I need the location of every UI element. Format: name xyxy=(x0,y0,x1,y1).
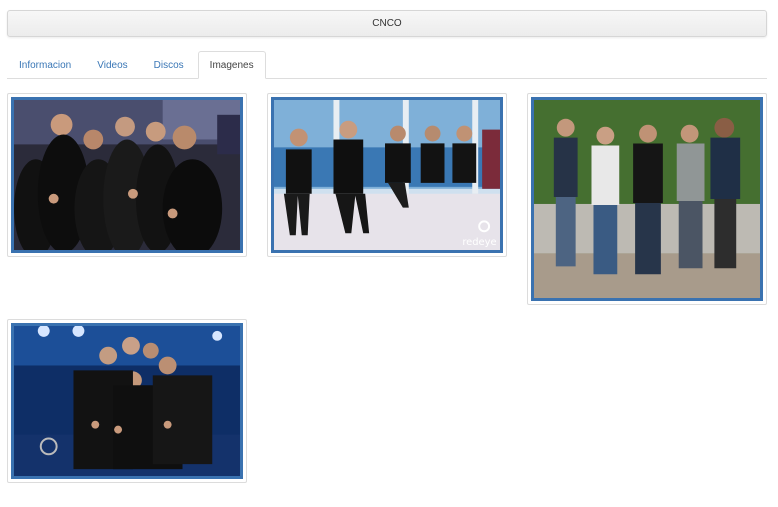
tab-discos[interactable]: Discos xyxy=(142,52,196,78)
tab-imagenes[interactable]: Imagenes xyxy=(197,51,266,79)
group-photo-interview: redeye xyxy=(274,100,500,250)
gallery-thumbnail-4[interactable] xyxy=(7,319,247,483)
page-header-bar: CNCO xyxy=(7,10,767,37)
thumbnail-frame xyxy=(11,323,243,479)
page-title: CNCO xyxy=(372,18,402,29)
thumbnail-frame xyxy=(11,97,243,253)
gallery-thumbnail-3[interactable] xyxy=(527,93,767,305)
tab-bar: Informacion Videos Discos Imagenes xyxy=(7,51,767,79)
group-photo-stage xyxy=(14,326,240,476)
watermark-text: redeye xyxy=(462,237,496,248)
group-photo-party xyxy=(14,100,240,250)
tab-videos[interactable]: Videos xyxy=(85,52,139,78)
thumbnail-frame: redeye xyxy=(271,97,503,253)
tab-informacion[interactable]: Informacion xyxy=(7,52,83,78)
gallery-thumbnail-2[interactable]: redeye xyxy=(267,93,507,257)
thumbnail-frame xyxy=(531,97,763,301)
gallery-thumbnail-1[interactable] xyxy=(7,93,247,257)
group-photo-hedge xyxy=(534,100,760,298)
